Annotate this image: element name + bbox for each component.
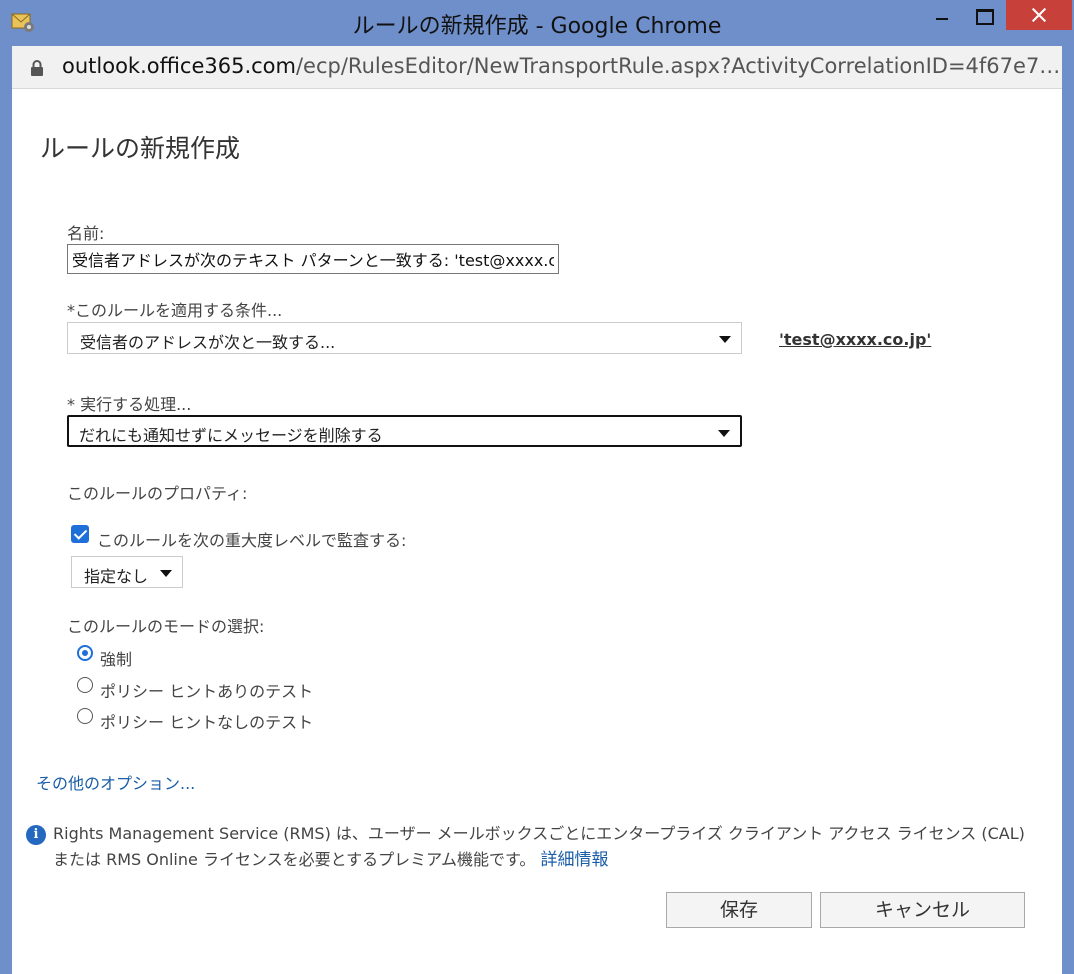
dialog-content: ルールの新規作成 名前: *このルールを適用する条件... 受信者のアドレスが次… xyxy=(12,89,1062,974)
mode-label-enforce: 強制 xyxy=(100,650,133,669)
maximize-button[interactable] xyxy=(964,0,1006,30)
chevron-down-icon xyxy=(160,570,172,577)
mode-radio-enforce[interactable] xyxy=(77,645,93,661)
rule-name-input[interactable] xyxy=(67,244,559,274)
close-button[interactable] xyxy=(1006,0,1072,30)
chevron-down-icon xyxy=(719,336,731,343)
condition-value-link[interactable]: 'test@xxxx.co.jp' xyxy=(779,330,931,349)
condition-label: *このルールを適用する条件... xyxy=(67,301,283,320)
action-select-value: だれにも通知せずにメッセージを削除する xyxy=(79,426,383,445)
window-titlebar: ルールの新規作成 - Google Chrome xyxy=(0,0,1074,46)
action-select[interactable]: だれにも通知せずにメッセージを削除する xyxy=(67,415,742,447)
properties-label: このルールのプロパティ: xyxy=(67,484,248,503)
severity-select-value: 指定なし xyxy=(84,567,149,586)
save-button[interactable]: 保存 xyxy=(666,892,812,928)
rms-info-text: Rights Management Service (RMS) は、ユーザー メ… xyxy=(53,821,1043,873)
mode-radio-test-with-tips[interactable] xyxy=(77,677,93,693)
mode-label: このルールのモードの選択: xyxy=(67,617,265,636)
rms-info-body: Rights Management Service (RMS) は、ユーザー メ… xyxy=(53,824,1025,869)
window-title: ルールの新規作成 - Google Chrome xyxy=(352,14,722,39)
lock-icon xyxy=(31,60,43,76)
name-label: 名前: xyxy=(67,224,105,243)
info-icon: i xyxy=(26,825,46,845)
audit-label: このルールを次の重大度レベルで監査する: xyxy=(97,531,407,550)
page-title: ルールの新規作成 xyxy=(40,134,241,163)
audit-checkbox[interactable] xyxy=(71,525,89,543)
mode-radio-test-without-tips[interactable] xyxy=(77,708,93,724)
mode-label-test-with-tips: ポリシー ヒントありのテスト xyxy=(100,682,314,701)
action-label: * 実行する処理... xyxy=(67,395,192,414)
url-host: outlook.office365.com xyxy=(62,54,296,78)
severity-select[interactable]: 指定なし xyxy=(71,556,183,588)
url-text[interactable]: outlook.office365.com/ecp/RulesEditor/Ne… xyxy=(62,54,1060,78)
mode-label-test-without-tips: ポリシー ヒントなしのテスト xyxy=(100,713,314,732)
more-info-link[interactable]: 詳細情報 xyxy=(541,850,609,870)
chevron-down-icon xyxy=(718,430,730,437)
cancel-button[interactable]: キャンセル xyxy=(820,892,1025,928)
minimize-button[interactable] xyxy=(920,0,964,30)
url-path: /ecp/RulesEditor/NewTransportRule.aspx?A… xyxy=(295,54,1061,78)
more-options-link[interactable]: その他のオプション... xyxy=(36,770,195,794)
condition-select-value: 受信者のアドレスが次と一致する... xyxy=(80,333,336,352)
address-bar[interactable]: outlook.office365.com/ecp/RulesEditor/Ne… xyxy=(12,46,1062,89)
condition-select[interactable]: 受信者のアドレスが次と一致する... xyxy=(67,322,742,354)
